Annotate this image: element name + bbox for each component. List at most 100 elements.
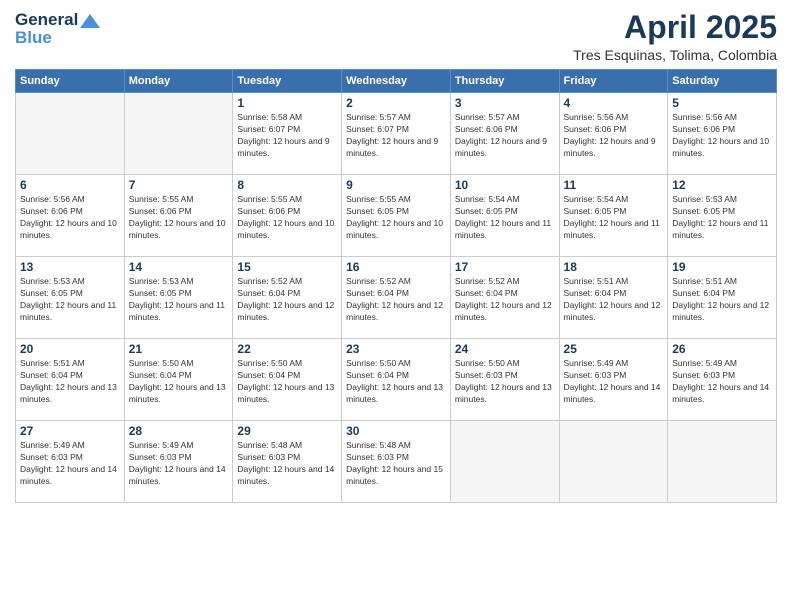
calendar-header-row: SundayMondayTuesdayWednesdayThursdayFrid…	[16, 70, 777, 93]
day-info: Sunrise: 5:50 AM Sunset: 6:04 PM Dayligh…	[346, 358, 446, 406]
day-number: 26	[672, 342, 772, 356]
day-info: Sunrise: 5:55 AM Sunset: 6:05 PM Dayligh…	[346, 194, 446, 242]
calendar-cell: 29 Sunrise: 5:48 AM Sunset: 6:03 PM Dayli…	[233, 421, 342, 503]
calendar-cell: 20 Sunrise: 5:51 AM Sunset: 6:04 PM Dayli…	[16, 339, 125, 421]
day-info: Sunrise: 5:55 AM Sunset: 6:06 PM Dayligh…	[129, 194, 229, 242]
calendar: SundayMondayTuesdayWednesdayThursdayFrid…	[15, 69, 777, 503]
day-info: Sunrise: 5:48 AM Sunset: 6:03 PM Dayligh…	[237, 440, 337, 488]
day-number: 14	[129, 260, 229, 274]
calendar-cell: 23Sunrise: 5:50 AM Sunset: 6:04 PM Dayli…	[342, 339, 451, 421]
day-number: 27	[20, 424, 120, 438]
calendar-cell: 9 Sunrise: 5:55 AM Sunset: 6:05 PM Daylig…	[342, 175, 451, 257]
month-title: April 2025	[573, 10, 777, 45]
calendar-cell: 12 Sunrise: 5:53 AM Sunset: 6:05 PM Dayli…	[668, 175, 777, 257]
calendar-cell: 15 Sunrise: 5:52 AM Sunset: 6:04 PM Dayli…	[233, 257, 342, 339]
calendar-cell: 2Sunrise: 5:57 AM Sunset: 6:07 PM Daylig…	[342, 93, 451, 175]
day-number: 5	[672, 96, 772, 110]
calendar-cell	[450, 421, 559, 503]
day-header-thursday: Thursday	[450, 70, 559, 93]
logo-text: General	[15, 10, 100, 30]
day-info: Sunrise: 5:49 AM Sunset: 6:03 PM Dayligh…	[20, 440, 120, 488]
day-info: Sunrise: 5:53 AM Sunset: 6:05 PM Dayligh…	[129, 276, 229, 324]
calendar-cell: 28 Sunrise: 5:49 AM Sunset: 6:03 PM Dayli…	[124, 421, 233, 503]
day-info: Sunrise: 5:50 AM Sunset: 6:03 PM Dayligh…	[455, 358, 555, 406]
day-info: Sunrise: 5:50 AM Sunset: 6:04 PM Dayligh…	[129, 358, 229, 406]
day-info: Sunrise: 5:48 AM Sunset: 6:03 PM Dayligh…	[346, 440, 446, 488]
calendar-cell	[559, 421, 668, 503]
logo-blue: Blue	[15, 28, 100, 48]
day-number: 10	[455, 178, 555, 192]
day-info: Sunrise: 5:49 AM Sunset: 6:03 PM Dayligh…	[672, 358, 772, 406]
day-number: 15	[237, 260, 337, 274]
day-header-wednesday: Wednesday	[342, 70, 451, 93]
calendar-cell: 21Sunrise: 5:50 AM Sunset: 6:04 PM Dayli…	[124, 339, 233, 421]
header: General Blue April 2025 Tres Esquinas, T…	[15, 10, 777, 63]
day-number: 1	[237, 96, 337, 110]
day-info: Sunrise: 5:49 AM Sunset: 6:03 PM Dayligh…	[564, 358, 664, 406]
day-info: Sunrise: 5:51 AM Sunset: 6:04 PM Dayligh…	[564, 276, 664, 324]
calendar-cell: 14 Sunrise: 5:53 AM Sunset: 6:05 PM Dayli…	[124, 257, 233, 339]
calendar-cell: 6Sunrise: 5:56 AM Sunset: 6:06 PM Daylig…	[16, 175, 125, 257]
day-header-tuesday: Tuesday	[233, 70, 342, 93]
week-row-5: 27 Sunrise: 5:49 AM Sunset: 6:03 PM Dayli…	[16, 421, 777, 503]
day-info: Sunrise: 5:52 AM Sunset: 6:04 PM Dayligh…	[237, 276, 337, 324]
day-number: 29	[237, 424, 337, 438]
calendar-cell	[668, 421, 777, 503]
day-number: 19	[672, 260, 772, 274]
day-number: 8	[237, 178, 337, 192]
day-number: 12	[672, 178, 772, 192]
title-block: April 2025 Tres Esquinas, Tolima, Colomb…	[573, 10, 777, 63]
calendar-cell: 25 Sunrise: 5:49 AM Sunset: 6:03 PM Dayli…	[559, 339, 668, 421]
day-number: 11	[564, 178, 664, 192]
day-number: 9	[346, 178, 446, 192]
day-number: 7	[129, 178, 229, 192]
calendar-cell: 10Sunrise: 5:54 AM Sunset: 6:05 PM Dayli…	[450, 175, 559, 257]
calendar-cell: 4 Sunrise: 5:56 AM Sunset: 6:06 PM Daylig…	[559, 93, 668, 175]
day-number: 18	[564, 260, 664, 274]
day-info: Sunrise: 5:49 AM Sunset: 6:03 PM Dayligh…	[129, 440, 229, 488]
calendar-cell	[124, 93, 233, 175]
day-info: Sunrise: 5:52 AM Sunset: 6:04 PM Dayligh…	[346, 276, 446, 324]
day-header-saturday: Saturday	[668, 70, 777, 93]
day-number: 24	[455, 342, 555, 356]
day-info: Sunrise: 5:57 AM Sunset: 6:07 PM Dayligh…	[346, 112, 446, 160]
calendar-cell: 24 Sunrise: 5:50 AM Sunset: 6:03 PM Dayli…	[450, 339, 559, 421]
calendar-cell: 7 Sunrise: 5:55 AM Sunset: 6:06 PM Daylig…	[124, 175, 233, 257]
week-row-3: 13 Sunrise: 5:53 AM Sunset: 6:05 PM Dayli…	[16, 257, 777, 339]
day-header-friday: Friday	[559, 70, 668, 93]
calendar-cell: 16Sunrise: 5:52 AM Sunset: 6:04 PM Dayli…	[342, 257, 451, 339]
day-info: Sunrise: 5:50 AM Sunset: 6:04 PM Dayligh…	[237, 358, 337, 406]
day-number: 25	[564, 342, 664, 356]
day-number: 13	[20, 260, 120, 274]
day-header-sunday: Sunday	[16, 70, 125, 93]
calendar-cell: 26 Sunrise: 5:49 AM Sunset: 6:03 PM Dayli…	[668, 339, 777, 421]
day-info: Sunrise: 5:56 AM Sunset: 6:06 PM Dayligh…	[564, 112, 664, 160]
location-title: Tres Esquinas, Tolima, Colombia	[573, 47, 777, 63]
calendar-cell: 30Sunrise: 5:48 AM Sunset: 6:03 PM Dayli…	[342, 421, 451, 503]
calendar-cell	[16, 93, 125, 175]
day-number: 28	[129, 424, 229, 438]
day-info: Sunrise: 5:58 AM Sunset: 6:07 PM Dayligh…	[237, 112, 337, 160]
day-info: Sunrise: 5:54 AM Sunset: 6:05 PM Dayligh…	[564, 194, 664, 242]
calendar-cell: 8 Sunrise: 5:55 AM Sunset: 6:06 PM Daylig…	[233, 175, 342, 257]
calendar-cell: 1 Sunrise: 5:58 AM Sunset: 6:07 PM Daylig…	[233, 93, 342, 175]
logo-icon	[80, 14, 100, 28]
day-info: Sunrise: 5:53 AM Sunset: 6:05 PM Dayligh…	[672, 194, 772, 242]
calendar-cell: 18 Sunrise: 5:51 AM Sunset: 6:04 PM Dayli…	[559, 257, 668, 339]
week-row-1: 1 Sunrise: 5:58 AM Sunset: 6:07 PM Daylig…	[16, 93, 777, 175]
day-number: 22	[237, 342, 337, 356]
day-number: 3	[455, 96, 555, 110]
calendar-cell: 5Sunrise: 5:56 AM Sunset: 6:06 PM Daylig…	[668, 93, 777, 175]
day-number: 20	[20, 342, 120, 356]
week-row-2: 6Sunrise: 5:56 AM Sunset: 6:06 PM Daylig…	[16, 175, 777, 257]
day-info: Sunrise: 5:53 AM Sunset: 6:05 PM Dayligh…	[20, 276, 120, 324]
calendar-cell: 11 Sunrise: 5:54 AM Sunset: 6:05 PM Dayli…	[559, 175, 668, 257]
day-info: Sunrise: 5:57 AM Sunset: 6:06 PM Dayligh…	[455, 112, 555, 160]
page: General Blue April 2025 Tres Esquinas, T…	[0, 0, 792, 612]
day-number: 4	[564, 96, 664, 110]
calendar-cell: 17Sunrise: 5:52 AM Sunset: 6:04 PM Dayli…	[450, 257, 559, 339]
calendar-cell: 3 Sunrise: 5:57 AM Sunset: 6:06 PM Daylig…	[450, 93, 559, 175]
day-info: Sunrise: 5:55 AM Sunset: 6:06 PM Dayligh…	[237, 194, 337, 242]
day-info: Sunrise: 5:51 AM Sunset: 6:04 PM Dayligh…	[20, 358, 120, 406]
day-info: Sunrise: 5:56 AM Sunset: 6:06 PM Dayligh…	[20, 194, 120, 242]
